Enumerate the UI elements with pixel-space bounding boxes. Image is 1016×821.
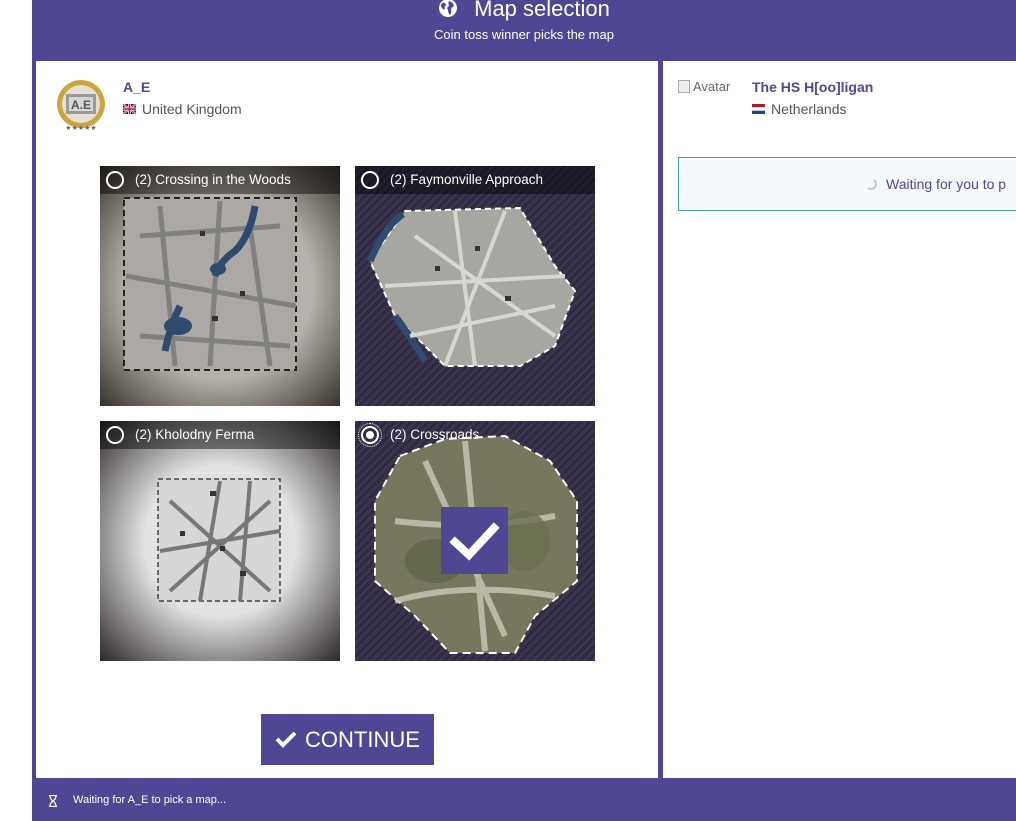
map-caption: (2) Kholodny Ferma [100,421,340,449]
page-title: Map selection [32,0,1016,22]
map-radio[interactable] [106,171,124,189]
map-radio[interactable] [106,426,124,444]
player-panel-right: Avatar The HS H[oo]ligan Netherlands Wai… [663,61,1016,778]
player-panel-left: A.E ★★★★★ A_E United Kingdom (2) Crossin… [36,61,658,778]
map-option-kholodny-ferma[interactable]: (2) Kholodny Ferma [100,421,340,661]
spinner-icon [867,179,877,190]
map-option-faymonville-approach[interactable]: (2) Faymonville Approach [355,166,595,406]
title-text: Map selection [474,0,610,21]
checkmark-icon [449,522,500,561]
map-label: (2) Kholodny Ferma [135,427,255,442]
svg-text:A.E: A.E [71,98,91,112]
map-thumbnail [100,166,340,406]
map-label: (2) Crossroads [390,427,480,442]
map-caption: (2) Crossing in the Woods [100,166,340,194]
continue-button[interactable]: CONTINUE [261,714,434,765]
waiting-notice: Waiting for you to p [678,157,1016,211]
svg-text:★★★★★: ★★★★★ [65,124,96,132]
status-bar: Waiting for A_E to pick a map... [32,779,1016,821]
checkmark-icon [275,731,297,748]
globe-icon [439,0,458,17]
player-name[interactable]: The HS H[oo]ligan [752,79,873,95]
map-caption: (2) Faymonville Approach [355,166,595,194]
waiting-text: Waiting for you to p [886,176,1007,192]
hourglass-icon [49,795,57,807]
header: Map selection Coin toss winner picks the… [32,0,1016,60]
map-option-crossing-in-the-woods[interactable]: (2) Crossing in the Woods [100,166,340,406]
map-grid: (2) Crossing in the Woods (2) Faymonvill… [100,166,595,661]
player-country: United Kingdom [123,101,242,117]
app-frame: Map selection Coin toss winner picks the… [32,0,1016,821]
map-radio[interactable] [361,171,379,189]
clan-logo: A.E ★★★★★ [57,80,105,132]
status-text: Waiting for A_E to pick a map... [73,794,227,806]
map-thumbnail [100,421,340,661]
uk-flag-icon [123,104,136,114]
netherlands-flag-icon [752,104,765,114]
avatar: Avatar [678,79,740,99]
page-subtitle: Coin toss winner picks the map [434,27,614,42]
player-name[interactable]: A_E [123,79,150,95]
map-caption: (2) Crossroads [355,421,595,449]
broken-image-icon [678,80,690,93]
map-radio-selected[interactable] [358,423,382,447]
map-label: (2) Faymonville Approach [390,172,544,187]
continue-label: CONTINUE [305,726,420,752]
map-label: (2) Crossing in the Woods [135,172,291,187]
player-country: Netherlands [752,101,847,117]
map-option-crossroads[interactable]: (2) Crossroads [355,421,595,661]
map-thumbnail [355,166,595,406]
selected-check-badge [441,507,508,574]
